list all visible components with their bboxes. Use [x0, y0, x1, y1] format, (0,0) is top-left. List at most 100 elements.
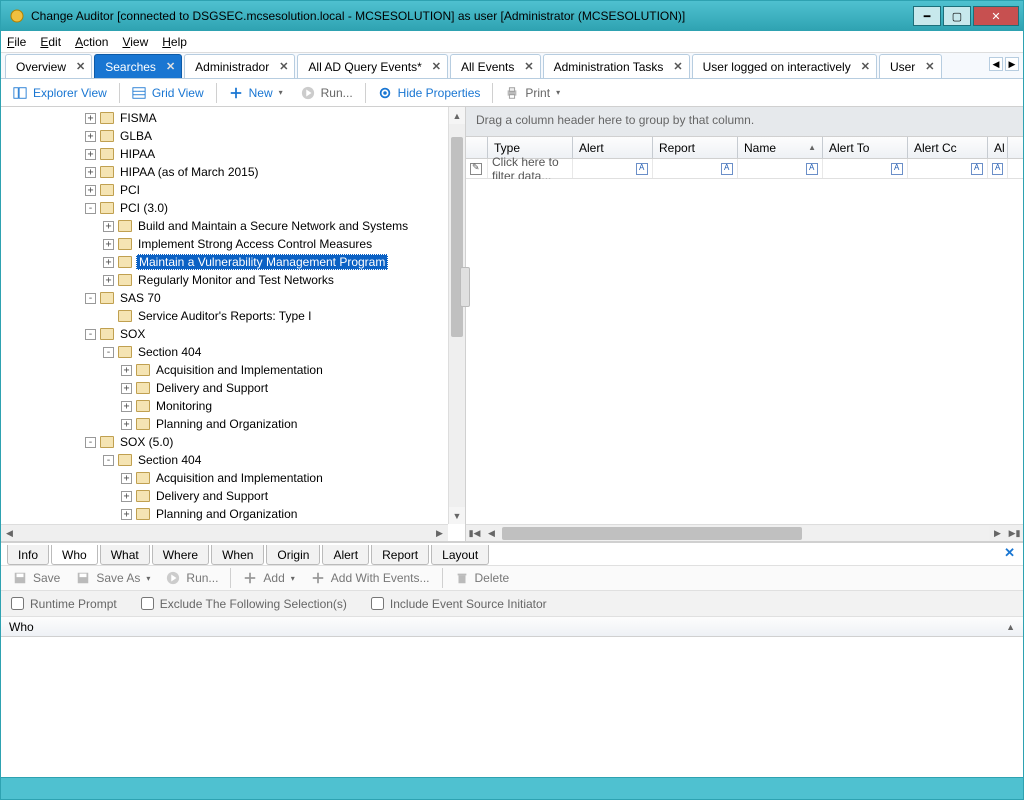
filter-cell[interactable] [988, 159, 1008, 178]
expand-icon[interactable]: + [103, 239, 114, 250]
expand-icon[interactable]: + [85, 113, 96, 124]
bottom-tab-who[interactable]: Who [51, 545, 98, 565]
hide-properties-button[interactable]: Hide Properties [370, 81, 489, 105]
filter-cell[interactable] [908, 159, 988, 178]
expand-icon[interactable]: - [85, 203, 96, 214]
tree-node[interactable]: +HIPAA [1, 145, 448, 163]
expand-icon[interactable]: + [85, 149, 96, 160]
tree-node[interactable]: -PCI (3.0) [1, 199, 448, 217]
menu-help[interactable]: Help [162, 35, 187, 49]
filter-cell[interactable]: ✎ [466, 159, 488, 178]
filter-icon[interactable] [636, 163, 648, 175]
expand-icon[interactable]: + [85, 185, 96, 196]
col-alert-to[interactable]: Alert To [823, 137, 908, 158]
tab-all-ad-query-events-[interactable]: All AD Query Events*✕ [297, 54, 448, 78]
col-icon[interactable] [466, 137, 488, 158]
tree-scroll-h[interactable]: ◀ ▶ [1, 524, 448, 541]
tree-node[interactable]: +Maintain a Vulnerability Management Pro… [1, 253, 448, 271]
bottom-tab-info[interactable]: Info [7, 545, 49, 565]
filter-icon[interactable] [891, 163, 903, 175]
add-with-events-button[interactable]: Add With Events... [305, 571, 436, 585]
splitter-handle[interactable] [460, 267, 470, 307]
tab-scroll-right[interactable]: ▶ [1005, 57, 1019, 71]
grid-view-button[interactable]: Grid View [124, 81, 212, 105]
run-button[interactable]: Run... [293, 81, 361, 105]
bottom-tab-origin[interactable]: Origin [266, 545, 320, 565]
tree-node[interactable]: +PCI [1, 181, 448, 199]
col-name[interactable]: Name▲ [738, 137, 823, 158]
scroll-up-icon[interactable]: ▲ [449, 107, 465, 124]
expand-icon[interactable]: + [121, 401, 132, 412]
expand-icon[interactable]: - [85, 329, 96, 340]
menu-file[interactable]: File [7, 35, 26, 49]
tree-node[interactable]: +Acquisition and Implementation [1, 361, 448, 379]
save-as-button[interactable]: Save As ▾ [70, 571, 156, 585]
tab-user-logged-on-interactively[interactable]: User logged on interactively✕ [692, 54, 877, 78]
bottom-tab-where[interactable]: Where [152, 545, 209, 565]
tree-node[interactable]: +Delivery and Support [1, 379, 448, 397]
bottom-close-icon[interactable]: ✕ [1004, 545, 1015, 561]
scroll-thumb[interactable] [451, 137, 463, 337]
col-alert[interactable]: Alert [573, 137, 653, 158]
grid-filter-row[interactable]: ✎Click here to filter data... [466, 159, 1023, 179]
print-button[interactable]: Print ▾ [497, 81, 568, 105]
tab-administration-tasks[interactable]: Administration Tasks✕ [543, 54, 690, 78]
tab-close-icon[interactable]: ✕ [673, 60, 682, 73]
tree-node[interactable]: +HIPAA (as of March 2015) [1, 163, 448, 181]
menu-view[interactable]: View [122, 35, 148, 49]
menu-action[interactable]: Action [75, 35, 108, 49]
expand-icon[interactable]: + [121, 509, 132, 520]
tree-node[interactable]: -Section 404 [1, 451, 448, 469]
close-button[interactable]: ✕ [973, 6, 1019, 26]
col-al[interactable]: Al [988, 137, 1008, 158]
scroll-down-icon[interactable]: ▼ [449, 507, 465, 524]
expand-icon[interactable]: + [121, 491, 132, 502]
bottom-run-button[interactable]: Run... [160, 571, 224, 585]
expand-icon[interactable]: + [85, 131, 96, 142]
tree-node[interactable]: +Implement Strong Access Control Measure… [1, 235, 448, 253]
bottom-tab-layout[interactable]: Layout [431, 545, 489, 565]
tab-close-icon[interactable]: ✕ [166, 60, 175, 73]
tab-administrador[interactable]: Administrador✕ [184, 54, 295, 78]
expand-icon[interactable]: + [121, 383, 132, 394]
tree-node[interactable]: +Planning and Organization [1, 505, 448, 523]
menu-edit[interactable]: Edit [40, 35, 61, 49]
grid-scroll-right[interactable]: ▶ [989, 525, 1006, 542]
tab-overview[interactable]: Overview✕ [5, 54, 92, 78]
col-type[interactable]: Type [488, 137, 573, 158]
expand-icon[interactable]: - [85, 437, 96, 448]
bottom-tab-what[interactable]: What [100, 545, 150, 565]
bottom-tab-report[interactable]: Report [371, 545, 429, 565]
tree-node[interactable]: +Build and Maintain a Secure Network and… [1, 217, 448, 235]
tab-searches[interactable]: Searches✕ [94, 54, 182, 78]
grid-scroll-left-end[interactable]: ▮◀ [466, 525, 483, 542]
tree-node[interactable]: -SOX (5.0) [1, 433, 448, 451]
expand-icon[interactable]: + [103, 275, 114, 286]
expand-icon[interactable]: + [121, 419, 132, 430]
filter-icon[interactable] [721, 163, 733, 175]
new-button[interactable]: New ▾ [221, 81, 291, 105]
filter-cell[interactable] [653, 159, 738, 178]
group-by-header[interactable]: Drag a column header here to group by th… [466, 107, 1023, 137]
bottom-tab-when[interactable]: When [211, 545, 264, 565]
filter-cell[interactable] [823, 159, 908, 178]
tab-scroll-left[interactable]: ◀ [989, 57, 1003, 71]
filter-cell[interactable] [738, 159, 823, 178]
tab-all-events[interactable]: All Events✕ [450, 54, 541, 78]
col-report[interactable]: Report [653, 137, 738, 158]
filter-cell[interactable]: Click here to filter data... [488, 159, 573, 178]
scroll-left-icon[interactable]: ◀ [1, 525, 18, 541]
tab-close-icon[interactable]: ✕ [861, 60, 870, 73]
col-alert-cc[interactable]: Alert Cc [908, 137, 988, 158]
expand-icon[interactable]: + [103, 257, 114, 268]
save-button[interactable]: Save [7, 571, 66, 585]
tree-node[interactable]: -Section 404 [1, 343, 448, 361]
bottom-tab-alert[interactable]: Alert [322, 545, 369, 565]
tab-close-icon[interactable]: ✕ [432, 60, 441, 73]
tree-scroll-v[interactable]: ▲ ▼ [448, 107, 465, 524]
tab-user[interactable]: User✕ [879, 54, 942, 78]
add-button[interactable]: Add ▾ [237, 571, 300, 585]
runtime-prompt-checkbox[interactable]: Runtime Prompt [11, 597, 117, 611]
expand-icon[interactable]: - [85, 293, 96, 304]
tab-close-icon[interactable]: ✕ [524, 60, 533, 73]
